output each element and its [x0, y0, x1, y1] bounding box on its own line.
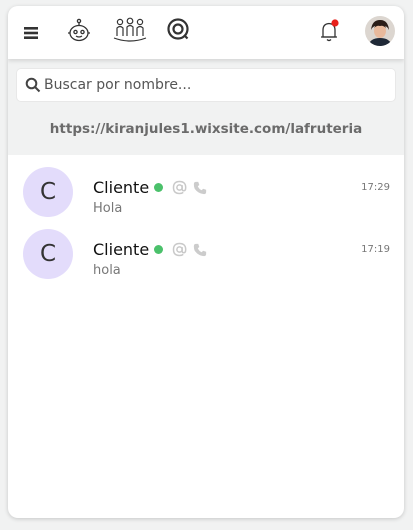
menu-icon[interactable] — [20, 22, 42, 44]
status-row — [154, 180, 207, 195]
chat-icon[interactable] — [164, 15, 192, 43]
contact-avatar: C — [23, 229, 73, 279]
list-item[interactable]: C Cliente hola 17:19 — [8, 223, 404, 285]
list-item[interactable]: C Cliente Hola 17:29 — [8, 161, 404, 223]
search-box[interactable] — [16, 68, 396, 102]
phone-icon — [193, 243, 207, 256]
bell-icon[interactable] — [318, 18, 342, 44]
online-status-dot — [154, 245, 163, 254]
message-preview: Hola — [93, 201, 123, 216]
contact-name: Cliente — [93, 240, 150, 259]
site-url: https://kiranjules1.wixsite.com/lafruter… — [49, 121, 363, 137]
notification-dot — [331, 19, 339, 27]
message-time: 17:29 — [361, 182, 390, 193]
inbox-panel: https://kiranjules1.wixsite.com/lafruter… — [8, 6, 404, 518]
conversation-list: C Cliente Hola 17:29 C Cliente hola 17:1… — [8, 161, 404, 285]
top-toolbar — [8, 6, 404, 59]
bot-icon[interactable] — [64, 16, 94, 46]
status-row — [154, 242, 207, 257]
contact-name: Cliente — [93, 178, 150, 197]
contact-avatar: C — [23, 167, 73, 217]
at-icon — [172, 242, 187, 257]
online-status-dot — [154, 183, 163, 192]
message-preview: hola — [93, 263, 121, 278]
user-avatar[interactable] — [365, 16, 395, 46]
phone-icon — [193, 181, 207, 194]
team-icon[interactable] — [112, 15, 148, 47]
search-area: https://kiranjules1.wixsite.com/lafruter… — [8, 59, 404, 155]
at-icon — [172, 180, 187, 195]
search-icon — [25, 77, 41, 93]
message-time: 17:19 — [361, 244, 390, 255]
search-input[interactable] — [44, 72, 384, 98]
